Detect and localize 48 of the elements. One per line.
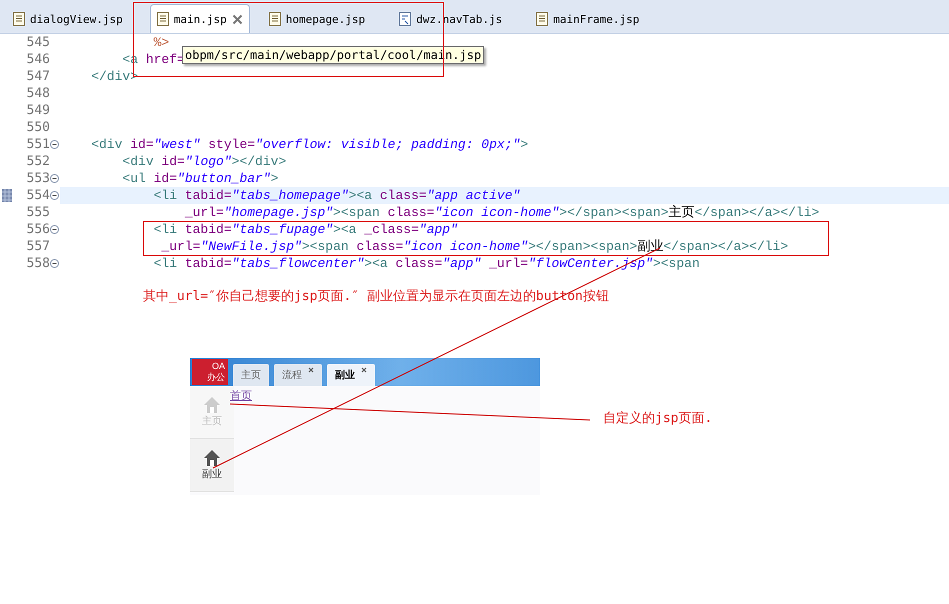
script-file-icon: [399, 12, 412, 26]
line-number: 558: [26, 256, 50, 271]
fold-icon[interactable]: [50, 191, 59, 200]
app-logo: OA 办公: [192, 359, 228, 385]
line-number: 557: [26, 239, 50, 254]
editor-tab[interactable]: main.jsp: [150, 4, 250, 33]
code-line: _url="NewFile.jsp"><span class="icon icon-home"></span><span>副业</span></a></li>: [160, 238, 788, 255]
close-icon[interactable]: [232, 14, 243, 24]
close-icon[interactable]: [308, 367, 314, 373]
code-line: <div id="west" style="overflow: visible; padding: 0px;">: [90, 136, 528, 153]
line-number: 549: [26, 103, 50, 118]
fold-icon[interactable]: [50, 140, 59, 149]
line-number: 550: [26, 120, 50, 135]
editor-tab[interactable]: dialogView.jsp: [6, 4, 130, 33]
close-icon[interactable]: [361, 367, 367, 373]
code-line: <div id="logo"></div>: [121, 153, 286, 170]
code-line: <li tabid="tabs_homepage"><a class="app active": [152, 187, 520, 204]
line-number: 555: [26, 205, 50, 220]
code-line: _url="homepage.jsp"><span class="icon icon-home"></span><span>主页</span></a></li>: [184, 204, 820, 221]
file-icon: [13, 12, 25, 26]
code-line: </div>: [90, 68, 138, 85]
line-number: 552: [26, 154, 50, 169]
line-number: 556: [26, 222, 50, 237]
line-number: 554: [26, 188, 50, 203]
fold-icon[interactable]: [50, 174, 59, 183]
editor-tab[interactable]: mainFrame.jsp: [529, 4, 646, 33]
file-icon: [536, 12, 548, 26]
app-tab[interactable]: 主页: [233, 364, 269, 386]
line-number: 548: [26, 86, 50, 101]
file-icon: [268, 12, 281, 26]
code-line: <ul id="button_bar">: [121, 170, 278, 187]
code-line: %>: [152, 34, 170, 51]
file-icon: [156, 12, 169, 26]
sidebar-button[interactable]: 副业: [190, 439, 234, 492]
line-number: 547: [26, 69, 50, 84]
line-number: 545: [26, 35, 50, 50]
app-tab[interactable]: 副业: [327, 364, 375, 386]
home-icon: [203, 396, 221, 414]
editor-tab[interactable]: homepage.jsp: [262, 4, 372, 33]
home-icon: [203, 449, 221, 467]
line-number: 553: [26, 171, 50, 186]
code-line: <li tabid="tabs_fupage"><a _class="app": [152, 221, 458, 238]
line-number: 551: [26, 137, 50, 152]
fold-icon[interactable]: [50, 259, 59, 268]
annotation-text: 自定义的jsp页面.: [603, 410, 712, 427]
line-number: 546: [26, 52, 50, 67]
app-tab[interactable]: 流程: [274, 364, 322, 386]
fold-icon[interactable]: [50, 225, 59, 234]
